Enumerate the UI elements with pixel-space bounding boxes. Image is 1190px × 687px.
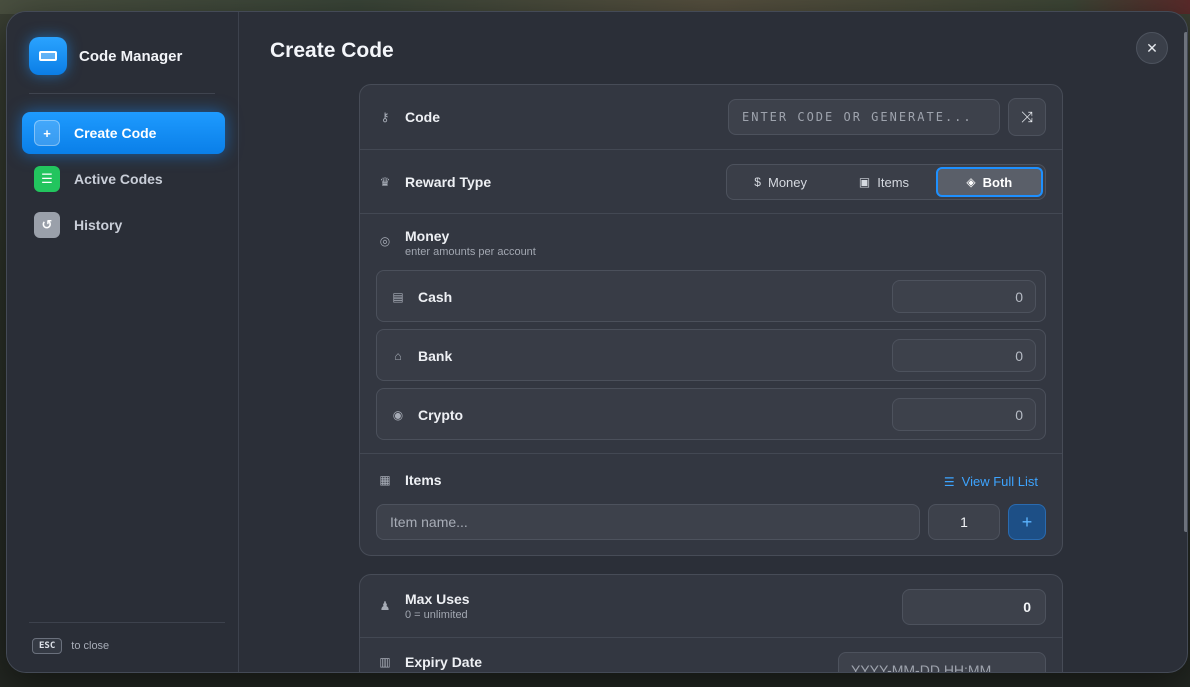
crypto-label-text: Crypto — [418, 407, 464, 423]
item-name-input[interactable]: Item name... — [376, 504, 920, 540]
money-section: ◎ Money enter amounts per account ▤ Cash… — [360, 214, 1062, 454]
box-icon: ▣ — [858, 175, 871, 189]
shuffle-icon: ⤨ — [1020, 108, 1033, 126]
list-icon: ☰ — [943, 474, 955, 489]
bank-label: ⌂ Bank — [391, 348, 452, 364]
expiry-label: ▥ Expiry Date — [378, 654, 482, 670]
create-code-card: ⚷ Code ENTER CODE OR GENERATE... ⤨ ♛ Rew… — [359, 84, 1063, 556]
scrollbar[interactable] — [1184, 32, 1187, 532]
close-icon: ✕ — [1146, 39, 1158, 56]
reward-type-label: ♛ Reward Type — [378, 174, 492, 190]
max-uses-subtitle: 0 = unlimited — [405, 609, 468, 621]
banknote-icon: ▤ — [392, 290, 404, 304]
money-subtitle: enter amounts per account — [405, 246, 536, 258]
crypto-label: ◉ Crypto — [391, 407, 463, 423]
reward-option-items[interactable]: ▣ Items — [832, 167, 935, 197]
dollar-icon: $ — [754, 175, 761, 189]
expiry-row: ▥ Expiry Date YYYY-MM-DD HH:MM — [360, 638, 1062, 672]
main-panel: Create Code ✕ ⚷ Code ENTER CODE OR GENER… — [240, 12, 1187, 672]
code-manager-window: Code Manager + Create Code ☰ Active Code… — [6, 11, 1188, 673]
esc-hint: ESC to close — [32, 638, 109, 654]
cash-label: ▤ Cash — [391, 289, 452, 305]
users-icon: ♟ — [379, 599, 391, 613]
code-row: ⚷ Code ENTER CODE OR GENERATE... ⤨ — [360, 85, 1062, 150]
sidebar-item-create-code[interactable]: + Create Code — [22, 112, 225, 154]
trophy-icon: ♛ — [379, 175, 391, 189]
sidebar-nav: + Create Code ☰ Active Codes ↺ History — [22, 112, 225, 250]
max-uses-label-text: Max Uses — [405, 591, 470, 607]
item-quantity-input[interactable]: 1 — [928, 504, 1000, 540]
option-label: Both — [982, 174, 1013, 190]
items-label: ▦ Items — [378, 472, 442, 488]
sidebar-item-label: History — [74, 217, 123, 233]
code-label-text: Code — [405, 109, 440, 125]
page-title: Create Code — [270, 39, 394, 62]
crypto-input[interactable]: 0 — [892, 398, 1036, 431]
reward-type-row: ♛ Reward Type $ Money ▣ Items ◈ Both — [360, 150, 1062, 214]
reward-option-both[interactable]: ◈ Both — [935, 167, 1043, 197]
generate-code-button[interactable]: ⤨ — [1008, 98, 1046, 136]
code-input[interactable]: ENTER CODE OR GENERATE... — [728, 99, 1000, 135]
close-button[interactable]: ✕ — [1136, 32, 1168, 64]
cash-field-card: ▤ Cash 0 — [376, 270, 1046, 322]
esc-hint-text: to close — [71, 640, 110, 652]
add-item-button[interactable]: + — [1008, 504, 1046, 540]
ticket-icon — [29, 37, 67, 75]
calendar-icon: ▥ — [379, 655, 391, 669]
money-label-text: Money — [405, 228, 450, 244]
option-label: Items — [877, 174, 910, 190]
plus-icon: + — [34, 120, 60, 146]
sidebar-item-label: Create Code — [74, 125, 157, 141]
sidebar-item-history[interactable]: ↺ History — [22, 204, 225, 246]
crypto-field-card: ◉ Crypto 0 — [376, 388, 1046, 440]
bank-field-card: ⌂ Bank 0 — [376, 329, 1046, 381]
reward-option-money[interactable]: $ Money — [729, 167, 832, 197]
brand: Code Manager — [29, 37, 182, 75]
sidebar-item-active-codes[interactable]: ☰ Active Codes — [22, 158, 225, 200]
divider — [29, 93, 215, 94]
crypto-coins-icon: ◉ — [392, 408, 404, 422]
expiry-date-input[interactable]: YYYY-MM-DD HH:MM — [838, 652, 1046, 672]
view-full-list-link[interactable]: ☰ View Full List — [944, 474, 1038, 489]
layers-icon: ◈ — [966, 175, 976, 189]
checklist-icon: ☰ — [34, 166, 60, 192]
expiry-label-text: Expiry Date — [405, 654, 483, 670]
bank-icon: ⌂ — [394, 349, 402, 363]
key-icon: ⚷ — [380, 110, 390, 124]
boxes-icon: ▦ — [379, 473, 391, 487]
reward-type-selector: $ Money ▣ Items ◈ Both — [726, 164, 1046, 200]
max-uses-label: ♟ Max Uses 0 = unlimited — [378, 591, 470, 621]
history-icon: ↺ — [34, 212, 60, 238]
divider — [29, 622, 225, 623]
cash-label-text: Cash — [418, 289, 453, 305]
sidebar-item-label: Active Codes — [74, 171, 163, 187]
cash-input[interactable]: 0 — [892, 280, 1036, 313]
items-label-text: Items — [405, 472, 442, 488]
plus-icon: + — [1021, 511, 1033, 532]
esc-key: ESC — [32, 638, 63, 654]
app-title: Code Manager — [79, 47, 183, 65]
coins-icon: ◎ — [379, 234, 391, 248]
bank-label-text: Bank — [418, 348, 453, 364]
money-label: ◎ Money enter amounts per account — [378, 228, 536, 258]
limits-card: ♟ Max Uses 0 = unlimited 0 ▥ Expiry Date… — [359, 574, 1063, 672]
items-section: ▦ Items ☰ View Full List Item name... 1 … — [360, 454, 1062, 555]
sidebar: Code Manager + Create Code ☰ Active Code… — [7, 12, 239, 672]
reward-type-label-text: Reward Type — [405, 174, 492, 190]
view-full-list-text: View Full List — [961, 474, 1038, 489]
bank-input[interactable]: 0 — [892, 339, 1036, 372]
code-label: ⚷ Code — [378, 109, 440, 125]
max-uses-row: ♟ Max Uses 0 = unlimited 0 — [360, 575, 1062, 638]
max-uses-input[interactable]: 0 — [902, 589, 1046, 625]
option-label: Money — [767, 174, 808, 190]
